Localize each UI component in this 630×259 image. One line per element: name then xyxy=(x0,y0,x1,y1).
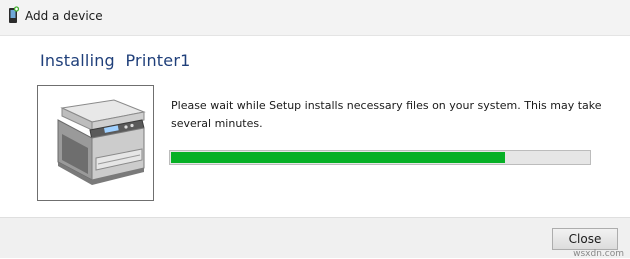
printer-image xyxy=(37,85,154,201)
close-button[interactable]: Close xyxy=(552,228,618,250)
watermark: wsxdn.com xyxy=(573,249,624,259)
page-title: Installing Printer1 xyxy=(40,51,191,70)
dialog-footer: Close xyxy=(0,217,630,258)
title-bar: Add a device xyxy=(0,0,630,36)
window-title: Add a device xyxy=(25,9,103,23)
progress-fill xyxy=(171,152,505,163)
status-message: Please wait while Setup installs necessa… xyxy=(171,99,602,130)
install-progress-bar xyxy=(169,150,591,165)
add-device-icon xyxy=(6,5,20,27)
